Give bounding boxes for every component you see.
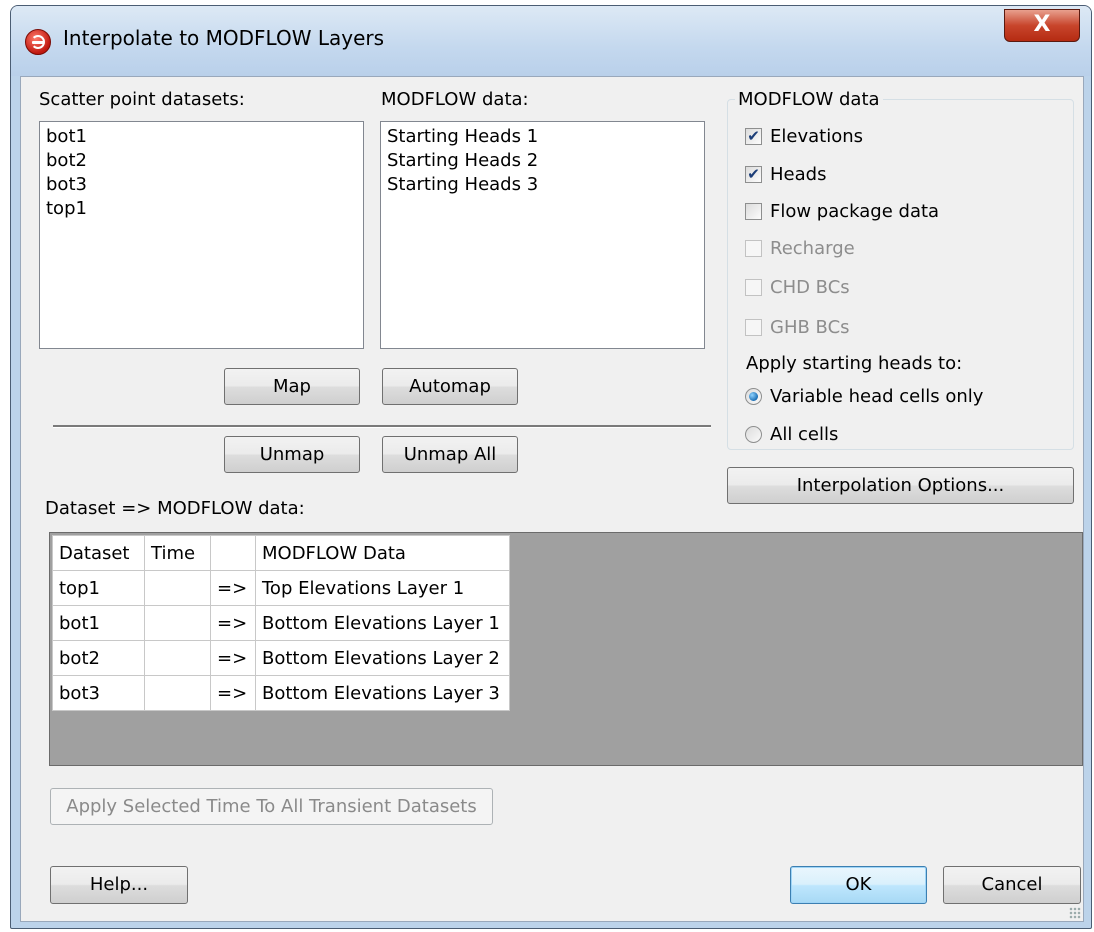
modflow-data-list[interactable]: Starting Heads 1 Starting Heads 2 Starti… (380, 121, 705, 349)
checkbox-label: Recharge (770, 238, 855, 259)
checkbox-label: Elevations (770, 126, 863, 147)
checkbox-box (745, 203, 762, 220)
column-header-time[interactable]: Time (144, 535, 211, 571)
table-cell: => (210, 675, 256, 711)
mapping-label: Dataset => MODFLOW data: (45, 498, 305, 519)
dialog-window: Interpolate to MODFLOW Layers X Scatter … (10, 5, 1092, 929)
scatter-datasets-list[interactable]: bot1 bot2 bot3 top1 (39, 121, 364, 349)
list-item[interactable]: bot1 (46, 125, 357, 149)
table-cell[interactable]: bot2 (52, 640, 145, 676)
check-mark-icon: ✔ (745, 128, 762, 145)
resize-grip-icon[interactable] (1069, 907, 1081, 919)
table-cell[interactable]: Bottom Elevations Layer 3 (255, 675, 510, 711)
elevations-checkbox[interactable]: ✔ Elevations (745, 126, 863, 147)
unmap-button[interactable]: Unmap (224, 436, 360, 473)
table-cell[interactable] (144, 640, 211, 676)
recharge-checkbox: Recharge (745, 238, 855, 259)
table-cell[interactable] (144, 675, 211, 711)
modflow-data-label: MODFLOW data: (381, 89, 529, 110)
checkbox-label: CHD BCs (770, 277, 850, 298)
column-header-modflow-data[interactable]: MODFLOW Data (255, 535, 510, 571)
table-cell: => (210, 605, 256, 641)
apply-selected-time-button: Apply Selected Time To All Transient Dat… (50, 788, 493, 825)
ok-button[interactable]: OK (790, 866, 927, 904)
close-button[interactable]: X (1004, 9, 1080, 42)
table-cell[interactable] (144, 605, 211, 641)
heads-checkbox[interactable]: ✔ Heads (745, 164, 826, 185)
mapping-grid[interactable]: Dataset Time MODFLOW Data top1 => Top El… (49, 532, 1083, 766)
unmap-all-button[interactable]: Unmap All (382, 436, 518, 473)
checkbox-label: Heads (770, 164, 827, 185)
variable-head-cells-radio[interactable]: Variable head cells only (745, 386, 983, 407)
checkbox-box (745, 319, 762, 336)
ghb-bcs-checkbox: GHB BCs (745, 317, 850, 338)
checkbox-label: GHB BCs (770, 317, 850, 338)
automap-button[interactable]: Automap (382, 368, 518, 405)
scatter-datasets-label: Scatter point datasets: (39, 89, 245, 110)
table-cell[interactable]: Bottom Elevations Layer 1 (255, 605, 510, 641)
table-cell: => (210, 640, 256, 676)
map-button[interactable]: Map (224, 368, 360, 405)
check-mark-icon: ✔ (745, 166, 762, 183)
checkbox-label: Flow package data (770, 201, 940, 222)
mapping-table[interactable]: Dataset Time MODFLOW Data top1 => Top El… (52, 535, 510, 711)
table-cell[interactable]: top1 (52, 570, 145, 606)
table-cell[interactable]: bot3 (52, 675, 145, 711)
interpolation-options-button[interactable]: Interpolation Options... (727, 467, 1074, 504)
all-cells-radio[interactable]: All cells (745, 424, 838, 445)
window-title: Interpolate to MODFLOW Layers (63, 26, 385, 50)
starting-heads-label: Apply starting heads to: (746, 353, 963, 374)
list-item[interactable]: Starting Heads 3 (387, 173, 698, 197)
list-item[interactable]: Starting Heads 1 (387, 125, 698, 149)
list-item[interactable]: bot2 (46, 149, 357, 173)
list-item[interactable]: Starting Heads 2 (387, 149, 698, 173)
table-row[interactable]: top1 => Top Elevations Layer 1 (52, 570, 510, 606)
table-cell[interactable]: Bottom Elevations Layer 2 (255, 640, 510, 676)
column-header-dataset[interactable]: Dataset (52, 535, 145, 571)
app-logo-icon (25, 29, 51, 55)
checkbox-box (745, 279, 762, 296)
table-row[interactable]: bot3 => Bottom Elevations Layer 3 (52, 675, 510, 711)
table-cell: => (210, 570, 256, 606)
list-item[interactable]: bot3 (46, 173, 357, 197)
table-row[interactable]: bot1 => Bottom Elevations Layer 1 (52, 605, 510, 641)
cancel-button[interactable]: Cancel (943, 866, 1081, 904)
radio-label: Variable head cells only (770, 386, 984, 407)
chd-bcs-checkbox: CHD BCs (745, 277, 850, 298)
radio-label: All cells (770, 424, 839, 445)
table-cell[interactable]: bot1 (52, 605, 145, 641)
modflow-data-group-title: MODFLOW data (735, 89, 883, 110)
radio-icon (745, 426, 762, 443)
radio-selected-icon (745, 388, 762, 405)
column-header-arrow[interactable] (210, 535, 256, 571)
title-bar[interactable]: Interpolate to MODFLOW Layers X (11, 6, 1091, 76)
separator-line (53, 425, 711, 428)
list-item[interactable]: top1 (46, 197, 357, 221)
table-cell[interactable] (144, 570, 211, 606)
dialog-body: Scatter point datasets: bot1 bot2 bot3 t… (20, 76, 1084, 922)
table-row[interactable]: bot2 => Bottom Elevations Layer 2 (52, 640, 510, 676)
help-button[interactable]: Help... (50, 866, 188, 904)
table-cell[interactable]: Top Elevations Layer 1 (255, 570, 510, 606)
table-header-row: Dataset Time MODFLOW Data (52, 535, 510, 571)
flow-package-data-checkbox[interactable]: Flow package data (745, 201, 939, 222)
checkbox-box (745, 240, 762, 257)
